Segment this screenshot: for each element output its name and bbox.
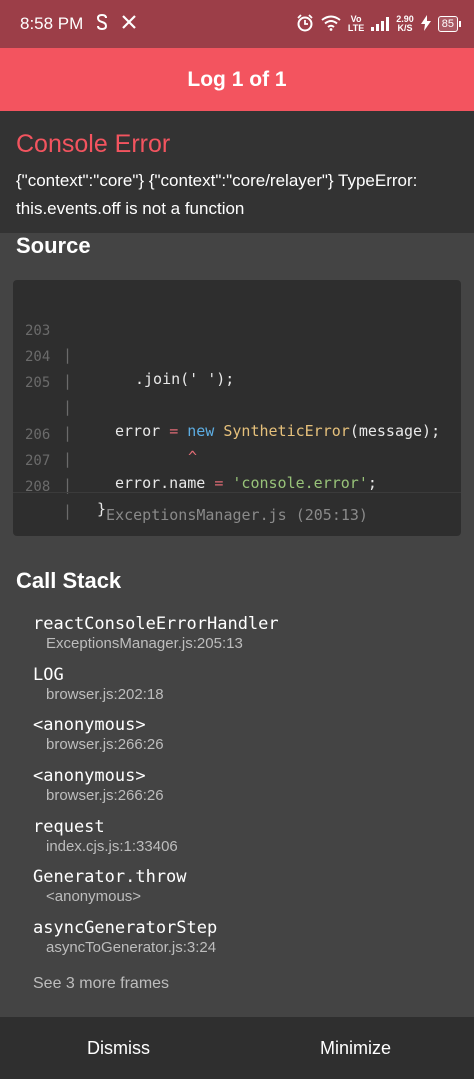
stack-frame[interactable]: <anonymous> browser.js:266:26 [33,714,453,765]
log-footer: Dismiss Minimize [0,1017,474,1079]
stack-frame[interactable]: asyncGeneratorStep asyncToGenerator.js:3… [33,917,453,968]
stack-frame[interactable]: Generator.throw <anonymous> [33,866,453,917]
alarm-icon [296,13,314,35]
code-line: 208 | [13,451,461,520]
call-stack-list: reactConsoleErrorHandler ExceptionsManag… [33,613,453,968]
frame-location: browser.js:266:26 [46,736,164,754]
stack-frame[interactable]: reactConsoleErrorHandler ExceptionsManag… [33,613,453,664]
frame-location: ExceptionsManager.js:205:13 [46,635,243,652]
volte-icon: Vo LTE [348,15,364,33]
code-line: 204 | [13,321,461,390]
frame-location: browser.js:266:26 [46,787,164,805]
source-file-reference[interactable]: ExceptionsManager.js (205:13) [13,492,461,536]
charging-bolt-icon [420,14,431,34]
status-time: 8:58 PM [20,14,84,33]
frame-function: asyncGeneratorStep [33,918,218,939]
code-line: 207 | } [13,425,461,518]
status-bar: 8:58 PM Vo LTE 2.90 K/S 85 [0,0,474,48]
frame-function: reactConsoleErrorHandler [33,614,279,634]
signal-icon [371,17,390,31]
frame-function: LOG [33,664,64,685]
code-token: 'console.error' [232,474,368,492]
volte-bottom: LTE [347,23,365,33]
minimize-button[interactable]: Minimize [237,1017,474,1079]
code-token: ; [367,474,377,492]
code-token: error.name [115,474,206,492]
wifi-icon [321,15,341,34]
frame-location: asyncToGenerator.js:3:24 [46,939,217,957]
dismiss-button[interactable]: Dismiss [0,1017,237,1079]
stack-frame[interactable]: request index.cjs.js:1:33406 [33,816,453,867]
error-title: Console Error [16,130,171,158]
frame-function: <anonymous> [33,715,146,736]
stack-frame[interactable]: <anonymous> browser.js:266:26 [33,765,453,816]
frame-function: <anonymous> [33,766,146,787]
source-heading: Source [16,233,91,258]
error-message: {"context":"core"} {"context":"core/rela… [16,171,418,218]
see-more-frames-link[interactable]: See 3 more frames [33,973,169,995]
x-logo-icon [121,14,137,34]
code-line: 206 | error.name = 'console.error'; [13,399,461,492]
code-line-highlighted: 205 | error = new SyntheticError(message… [13,347,461,440]
frame-function: request [33,816,105,837]
frame-location: <anonymous> [46,888,142,906]
battery-level: 85 [441,18,454,30]
battery-icon: 85 [437,16,462,32]
code-token: = [214,474,224,492]
code-frame[interactable]: 203 | .join(' '); 204 | 205 | error = ne… [13,280,461,536]
code-line: 203 | .join(' '); [13,295,461,388]
net-speed-unit: K/S [397,23,413,33]
frame-location: index.cjs.js:1:33406 [46,837,178,855]
notification-s-icon [95,13,109,34]
call-stack-heading: Call Stack [16,568,122,593]
error-panel: Console Error {"context":"core"} {"conte… [0,111,474,233]
code-line: | ^ [13,373,461,466]
frame-function: Generator.throw [33,867,187,888]
log-counter-title: Log 1 of 1 [187,67,287,91]
stack-frame[interactable]: LOG browser.js:202:18 [33,664,453,715]
log-header: Log 1 of 1 [0,48,474,111]
frame-location: browser.js:202:18 [46,685,164,703]
net-speed: 2.90 K/S [396,15,414,33]
